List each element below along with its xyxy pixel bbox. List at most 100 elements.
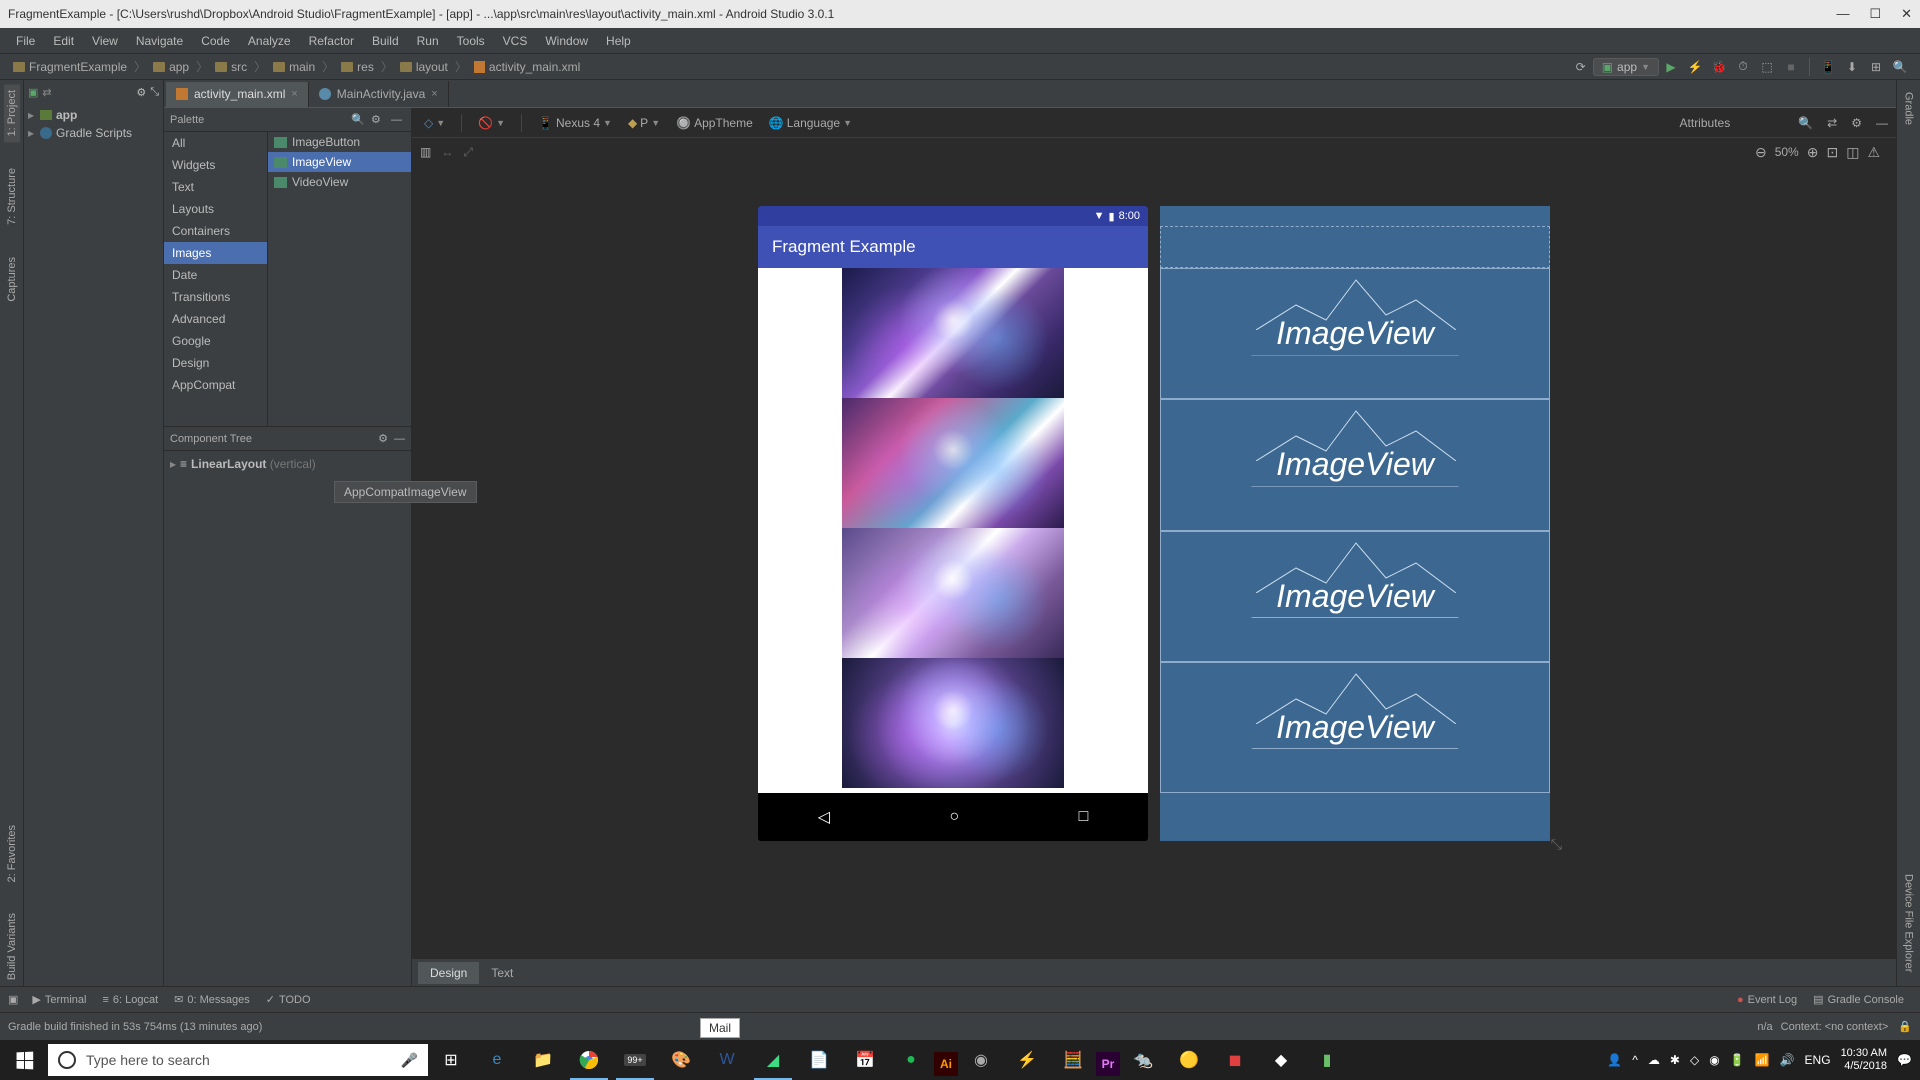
blueprint-imageview-2[interactable]: ImageView bbox=[1160, 399, 1550, 530]
windows-search-box[interactable]: Type here to search 🎤 bbox=[48, 1044, 428, 1076]
taskbar-app-word[interactable]: W bbox=[704, 1040, 750, 1080]
gradle-tool-tab[interactable]: Gradle bbox=[1901, 86, 1917, 131]
search-icon[interactable]: 🔍 bbox=[1798, 116, 1813, 130]
menu-view[interactable]: View bbox=[84, 31, 126, 51]
task-view-button[interactable]: ⊞ bbox=[428, 1040, 474, 1080]
tray-wifi-icon[interactable]: 📶 bbox=[1755, 1053, 1770, 1067]
build-variants-tool-tab[interactable]: Build Variants bbox=[4, 907, 20, 986]
menu-refactor[interactable]: Refactor bbox=[301, 31, 362, 51]
component-tree-root[interactable]: ▸ ≡ LinearLayout (vertical) bbox=[170, 455, 405, 473]
breadcrumb-src[interactable]: src bbox=[210, 60, 252, 74]
tray-notifications-icon[interactable]: 💬 bbox=[1897, 1053, 1912, 1067]
tray-people-icon[interactable]: 👤 bbox=[1607, 1053, 1622, 1067]
breadcrumb-layout[interactable]: layout bbox=[395, 60, 453, 74]
menu-edit[interactable]: Edit bbox=[45, 31, 82, 51]
menu-code[interactable]: Code bbox=[193, 31, 238, 51]
taskbar-app-android-studio[interactable]: ◢ bbox=[750, 1040, 796, 1080]
captures-tool-tab[interactable]: Captures bbox=[4, 251, 20, 308]
hide-icon[interactable]: — bbox=[1876, 116, 1888, 130]
palette-cat-widgets[interactable]: Widgets bbox=[164, 154, 267, 176]
blueprint-imageview-3[interactable]: ImageView bbox=[1160, 531, 1550, 662]
palette-cat-appcompat[interactable]: AppCompat bbox=[164, 374, 267, 396]
status-context[interactable]: Context: <no context> bbox=[1781, 1021, 1889, 1033]
gear-icon[interactable]: ⚙ bbox=[378, 432, 388, 445]
breadcrumb-main[interactable]: main bbox=[268, 60, 320, 74]
microphone-icon[interactable]: 🎤 bbox=[401, 1052, 418, 1069]
structure-tool-tab[interactable]: 7: Structure bbox=[4, 162, 20, 231]
gear-icon[interactable]: ⚙ bbox=[371, 113, 385, 126]
taskbar-app-illustrator[interactable]: Ai bbox=[934, 1052, 958, 1076]
taskbar-app-chrome[interactable] bbox=[566, 1040, 612, 1080]
warnings-icon[interactable]: ⚠ bbox=[1867, 144, 1880, 161]
todo-tab[interactable]: ✓ TODO bbox=[258, 991, 319, 1008]
run-configuration-selector[interactable]: ▣app▼ bbox=[1593, 58, 1659, 76]
palette-cat-containers[interactable]: Containers bbox=[164, 220, 267, 242]
tray-bluetooth-icon[interactable]: ✱ bbox=[1670, 1053, 1680, 1067]
tray-battery-icon[interactable]: 🔋 bbox=[1730, 1053, 1745, 1067]
palette-cat-google[interactable]: Google bbox=[164, 330, 267, 352]
palette-cat-date[interactable]: Date bbox=[164, 264, 267, 286]
device-file-explorer-tab[interactable]: Device File Explorer bbox=[1901, 868, 1917, 978]
close-window-button[interactable]: ✕ bbox=[1901, 6, 1912, 22]
menu-vcs[interactable]: VCS bbox=[495, 31, 536, 51]
design-tab[interactable]: Design bbox=[418, 962, 479, 984]
run-button[interactable]: ▶ bbox=[1663, 59, 1679, 75]
close-tab-icon[interactable]: × bbox=[291, 88, 297, 100]
locale-selector[interactable]: 🌐Language▼ bbox=[765, 114, 856, 132]
profile-icon[interactable]: ⏱ bbox=[1735, 59, 1751, 75]
viewport-mode-icon[interactable]: ▥ bbox=[420, 145, 431, 159]
stop-button[interactable]: ■ bbox=[1783, 59, 1799, 75]
palette-cat-text[interactable]: Text bbox=[164, 176, 267, 198]
breadcrumb-root[interactable]: FragmentExample bbox=[8, 60, 132, 74]
resize-handle-icon[interactable]: ⤡ bbox=[1551, 836, 1562, 853]
taskbar-app-generic3[interactable]: 🟡 bbox=[1166, 1040, 1212, 1080]
taskbar-app-generic4[interactable]: ◼ bbox=[1212, 1040, 1258, 1080]
search-everywhere-icon[interactable]: 🔍 bbox=[1892, 59, 1908, 75]
breadcrumb-res[interactable]: res bbox=[336, 60, 379, 74]
palette-cat-layouts[interactable]: Layouts bbox=[164, 198, 267, 220]
palette-item-imagebutton[interactable]: ImageButton bbox=[268, 132, 411, 152]
expand-attrs-icon[interactable]: ⇄ bbox=[1827, 116, 1837, 130]
taskbar-app-steam[interactable]: ◉ bbox=[958, 1040, 1004, 1080]
tray-clock[interactable]: 10:30 AM 4/5/2018 bbox=[1841, 1047, 1887, 1073]
taskbar-app-calendar[interactable]: 📅 bbox=[842, 1040, 888, 1080]
menu-window[interactable]: Window bbox=[537, 31, 596, 51]
close-tab-icon[interactable]: × bbox=[431, 88, 437, 100]
minimize-button[interactable]: — bbox=[1836, 6, 1849, 22]
collapse-icon[interactable]: ⤡ bbox=[150, 86, 159, 99]
hide-icon[interactable]: — bbox=[394, 433, 405, 445]
favorites-tool-tab[interactable]: 2: Favorites bbox=[4, 819, 20, 888]
tray-language[interactable]: ENG bbox=[1805, 1053, 1831, 1067]
layers-icon[interactable]: ◫ bbox=[1846, 144, 1859, 161]
tray-dropbox-icon[interactable]: ◇ bbox=[1690, 1053, 1699, 1067]
logcat-tab[interactable]: ≡ 6: Logcat bbox=[94, 992, 166, 1008]
design-canvas[interactable]: ▼ ▮ 8:00 Fragment Example bbox=[412, 166, 1896, 958]
messages-tab[interactable]: ✉ 0: Messages bbox=[166, 991, 258, 1008]
taskbar-app-spotify[interactable]: ● bbox=[888, 1040, 934, 1080]
gradle-console-tab[interactable]: ▤ Gradle Console bbox=[1805, 991, 1912, 1008]
zoom-to-fit-icon[interactable]: ⤢ bbox=[463, 145, 473, 160]
text-tab[interactable]: Text bbox=[479, 962, 525, 984]
taskbar-app-generic2[interactable]: 🐀 bbox=[1120, 1040, 1166, 1080]
status-lock-icon[interactable]: 🔒 bbox=[1898, 1020, 1912, 1033]
palette-cat-advanced[interactable]: Advanced bbox=[164, 308, 267, 330]
breadcrumb-app[interactable]: app bbox=[148, 60, 194, 74]
maximize-button[interactable]: ☐ bbox=[1869, 6, 1881, 22]
palette-cat-all[interactable]: All bbox=[164, 132, 267, 154]
preview-imageview-1[interactable] bbox=[842, 268, 1064, 398]
tray-app-icon[interactable]: ◉ bbox=[1709, 1053, 1719, 1067]
zoom-out-button[interactable]: ⊖ bbox=[1755, 144, 1767, 161]
taskbar-app-generic1[interactable]: ⚡ bbox=[1004, 1040, 1050, 1080]
event-log-tab[interactable]: ● Event Log bbox=[1729, 992, 1805, 1008]
menu-file[interactable]: File bbox=[8, 31, 43, 51]
pan-icon[interactable]: ↔ bbox=[441, 145, 453, 159]
tray-overflow-icon[interactable]: ^ bbox=[1632, 1053, 1638, 1067]
orientation-selector[interactable]: 🚫▼ bbox=[474, 114, 509, 132]
taskbar-app-explorer[interactable]: 📁 bbox=[520, 1040, 566, 1080]
zoom-in-button[interactable]: ⊕ bbox=[1807, 144, 1819, 161]
taskbar-app-calculator[interactable]: 🧮 bbox=[1050, 1040, 1096, 1080]
menu-help[interactable]: Help bbox=[598, 31, 639, 51]
taskbar-app-edge[interactable]: e bbox=[474, 1040, 520, 1080]
menu-run[interactable]: Run bbox=[409, 31, 447, 51]
start-button[interactable] bbox=[0, 1040, 48, 1080]
